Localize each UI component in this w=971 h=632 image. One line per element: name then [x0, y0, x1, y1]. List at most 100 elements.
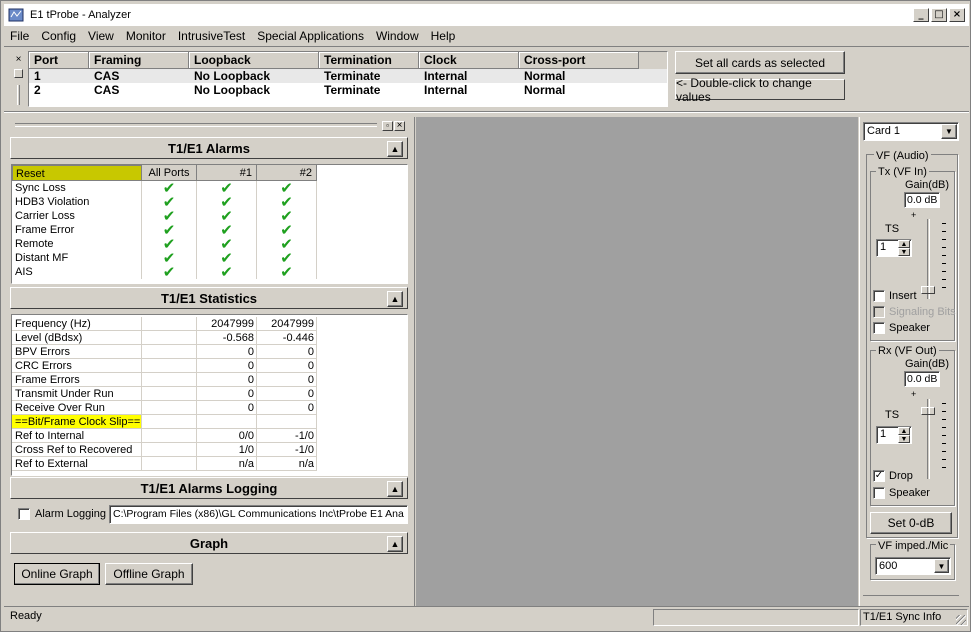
alarms-section-header: T1/E1 Alarms ▲	[10, 137, 408, 159]
rx-ts-up-icon[interactable]: ▲	[898, 427, 910, 435]
panel-restore-icon[interactable]: ▫	[382, 121, 393, 131]
stat-row: Frame Errors 0 0	[12, 373, 407, 387]
stat-value	[142, 401, 197, 415]
panel-gripper[interactable]	[15, 123, 377, 127]
toolbar-gripper[interactable]	[17, 85, 20, 105]
alarm-label: AIS	[12, 265, 142, 279]
statistics-collapse-icon[interactable]: ▲	[387, 291, 403, 307]
drop-label: Drop	[889, 470, 913, 482]
stat-value	[142, 345, 197, 359]
maximize-button[interactable]: □	[931, 8, 947, 22]
tx-label: Tx (VF In)	[876, 166, 929, 178]
resize-grip-icon[interactable]	[956, 615, 966, 625]
rx-speaker-checkbox[interactable]	[873, 487, 885, 499]
signaling-checkbox[interactable]	[873, 306, 885, 318]
stat-value: 0	[257, 345, 317, 359]
stat-row: Ref to Internal 0/0 -1/0	[12, 429, 407, 443]
menu-special-applications[interactable]: Special Applications	[251, 29, 370, 43]
stat-value	[142, 317, 197, 331]
port-row-1[interactable]: 1 CAS No Loopback Terminate Internal Nor…	[29, 69, 667, 83]
tx-gain-label: Gain(dB)	[905, 179, 950, 191]
online-graph-button[interactable]: Online Graph	[14, 563, 100, 585]
graph-collapse-icon[interactable]: ▲	[387, 536, 403, 552]
alarms-grid-header: Reset All Ports #1 #2	[12, 165, 407, 181]
tx-gain-field[interactable]: 0.0 dB	[904, 192, 940, 208]
close-button[interactable]: ×	[949, 8, 965, 22]
stat-row: Cross Ref to Recovered 1/0 -1/0	[12, 443, 407, 457]
col-clock[interactable]: Clock	[419, 52, 519, 69]
toolbar-restore-icon[interactable]	[14, 69, 23, 78]
menu-view[interactable]: View	[82, 29, 120, 43]
stat-rows: Frequency (Hz) 2047999 2047999 Level (dBdsx…	[12, 317, 407, 471]
menu-help[interactable]: Help	[425, 29, 462, 43]
tx-speaker-checkbox[interactable]	[873, 322, 885, 334]
signaling-checkbox-wrap[interactable]: Signaling Bits	[873, 306, 956, 318]
double-click-hint-button[interactable]: <- Double-click to change values	[675, 76, 845, 104]
stat-row: Transmit Under Run 0 0	[12, 387, 407, 401]
workspace-area	[416, 117, 858, 607]
termination-cell: Terminate	[324, 83, 381, 97]
stat-value	[257, 415, 317, 429]
status-ready: Ready	[10, 610, 42, 622]
insert-label: Insert	[889, 290, 917, 302]
tx-ts-up-icon[interactable]: ▲	[898, 240, 910, 248]
col-framing[interactable]: Framing	[89, 52, 189, 69]
drop-checkbox-wrap[interactable]: ✓ Drop	[873, 470, 913, 482]
menu-config[interactable]: Config	[35, 29, 82, 43]
stat-value: 2047999	[197, 317, 257, 331]
set-0db-button[interactable]: Set 0-dB	[870, 512, 952, 534]
stat-value: 2047999	[257, 317, 317, 331]
insert-checkbox[interactable]	[873, 290, 885, 302]
tx-ts-down-icon[interactable]: ▼	[898, 248, 910, 256]
offline-graph-button[interactable]: Offline Graph	[105, 563, 193, 585]
alarm-row: Distant MF ✔ ✔ ✔	[12, 251, 407, 266]
alarm-label: Frame Error	[12, 223, 142, 237]
alarm-logging-checkbox[interactable]	[18, 508, 30, 520]
stat-label: Ref to Internal	[12, 429, 142, 443]
card-select-dropdown-icon[interactable]: ▼	[941, 124, 957, 139]
port-row-2[interactable]: 2 CAS No Loopback Terminate Internal Nor…	[29, 83, 667, 97]
menu-window[interactable]: Window	[370, 29, 425, 43]
stat-row: BPV Errors 0 0	[12, 345, 407, 359]
menu-file[interactable]: File	[4, 29, 35, 43]
set-all-cards-button[interactable]: Set all cards as selected	[675, 51, 845, 74]
log-path-field[interactable]: C:\Program Files (x86)\GL Communications…	[109, 505, 408, 524]
rx-ts-down-icon[interactable]: ▼	[898, 435, 910, 443]
tx-speaker-checkbox-wrap[interactable]: Speaker	[873, 322, 930, 334]
rx-speaker-checkbox-wrap[interactable]: Speaker	[873, 487, 930, 499]
window-title: E1 tProbe - Analyzer	[30, 9, 131, 21]
minimize-button[interactable]: _	[913, 8, 929, 22]
panel-close-icon[interactable]: ×	[394, 121, 405, 131]
stat-value: -0.568	[197, 331, 257, 345]
menu-monitor[interactable]: Monitor	[120, 29, 172, 43]
stat-value: 0	[257, 387, 317, 401]
stat-label: Frame Errors	[12, 373, 142, 387]
stat-value: -1/0	[257, 429, 317, 443]
alarm-row: HDB3 Violation ✔ ✔ ✔	[12, 195, 407, 210]
col-termination[interactable]: Termination	[319, 52, 419, 69]
imped-label: VF imped./Mic	[876, 540, 951, 552]
col-cross-port[interactable]: Cross-port	[519, 52, 639, 69]
insert-checkbox-wrap[interactable]: Insert	[873, 290, 917, 302]
col-port[interactable]: Port	[29, 52, 89, 69]
tx-slider-thumb[interactable]	[921, 286, 935, 294]
alarms-collapse-icon[interactable]: ▲	[387, 141, 403, 157]
logging-collapse-icon[interactable]: ▲	[387, 481, 403, 497]
stat-row: Frequency (Hz) 2047999 2047999	[12, 317, 407, 331]
stat-value	[142, 457, 197, 471]
drop-checkbox[interactable]: ✓	[873, 470, 885, 482]
toolbar-close-icon[interactable]: ×	[13, 55, 24, 66]
rx-slider-thumb[interactable]	[921, 407, 935, 415]
stat-value	[142, 359, 197, 373]
alarms-reset-button[interactable]: Reset	[12, 165, 142, 181]
alarm-label: Carrier Loss	[12, 209, 142, 223]
stat-value: 0	[257, 359, 317, 373]
stat-label: CRC Errors	[12, 359, 142, 373]
menu-intrusivetest[interactable]: IntrusiveTest	[172, 29, 251, 43]
rx-speaker-label: Speaker	[889, 487, 930, 499]
col-loopback[interactable]: Loopback	[189, 52, 319, 69]
stat-value: 0	[197, 373, 257, 387]
rx-gain-field[interactable]: 0.0 dB	[904, 371, 940, 387]
imped-dropdown-icon[interactable]: ▼	[934, 559, 949, 573]
alarm-logging-checkbox-wrap[interactable]: Alarm Logging	[18, 508, 106, 520]
